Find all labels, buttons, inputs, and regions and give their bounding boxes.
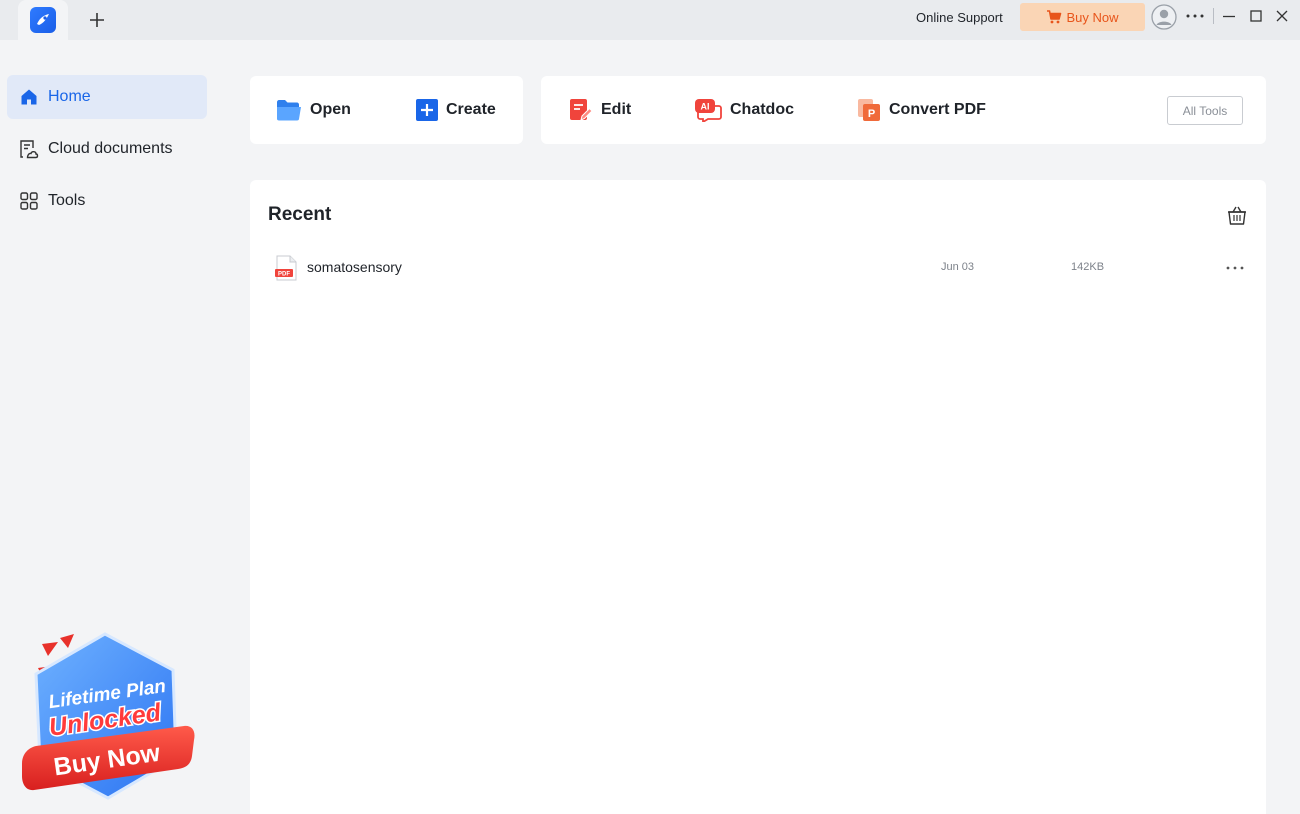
plus-square-icon — [416, 99, 438, 121]
recycle-bin-icon[interactable] — [1226, 204, 1248, 226]
all-tools-button[interactable]: All Tools — [1167, 96, 1243, 125]
pdf-badge-text: PDF — [278, 272, 290, 278]
sidebar: Home Cloud documents Tools Lifetime Plan… — [0, 40, 215, 814]
sidebar-item-label: Cloud documents — [48, 140, 173, 157]
app-logo-icon — [30, 7, 56, 33]
file-size: 142KB — [1071, 261, 1105, 273]
edit-document-icon — [570, 99, 593, 121]
file-date: Jun 03 — [941, 261, 975, 273]
tools-grid-icon — [20, 192, 38, 210]
recent-title: Recent — [268, 204, 332, 225]
recent-file-row[interactable]: PDF somatosensory Jun 03 142KB — [268, 250, 1248, 286]
online-support-link[interactable]: Online Support — [916, 10, 1003, 25]
plus-icon — [90, 13, 104, 27]
cloud-document-icon — [20, 140, 39, 159]
lifetime-plan-promo-badge[interactable]: Lifetime Plan Unlocked Buy Now — [18, 630, 198, 802]
convert-pdf-icon: P — [858, 99, 880, 121]
more-icon[interactable] — [1184, 6, 1206, 26]
sidebar-item-label: Home — [48, 88, 91, 105]
chatdoc-button[interactable]: AI Chatdoc — [694, 76, 794, 144]
cart-icon — [1047, 10, 1062, 24]
user-icon[interactable] — [1151, 4, 1177, 30]
titlebar-divider — [1213, 8, 1214, 24]
open-label: Open — [310, 101, 351, 118]
folder-open-icon — [277, 100, 301, 121]
ai-chat-icon: AI — [695, 99, 722, 122]
open-button[interactable]: Open — [276, 76, 351, 144]
title-bar: Online Support Buy Now — [0, 0, 1300, 40]
chatdoc-label: Chatdoc — [730, 101, 794, 118]
sidebar-item-cloud-documents[interactable]: Cloud documents — [7, 127, 207, 171]
edit-label: Edit — [601, 101, 632, 118]
convert-badge-text: P — [868, 108, 875, 120]
sidebar-item-label: Tools — [48, 192, 86, 209]
minimize-icon[interactable] — [1219, 6, 1239, 26]
maximize-icon[interactable] — [1246, 6, 1266, 26]
sidebar-item-tools[interactable]: Tools — [7, 179, 207, 223]
buy-now-button[interactable]: Buy Now — [1020, 3, 1145, 31]
create-label: Create — [446, 101, 496, 118]
edit-button[interactable]: Edit — [569, 76, 631, 144]
file-actions-card: Open Create — [250, 76, 523, 144]
row-more-icon[interactable] — [1224, 258, 1246, 278]
file-name: somatosensory — [307, 259, 402, 275]
app-home-tab[interactable] — [18, 0, 68, 40]
create-button[interactable]: Create — [416, 76, 496, 144]
new-tab-button[interactable] — [86, 8, 108, 32]
sidebar-item-home[interactable]: Home — [7, 75, 207, 119]
buy-now-label: Buy Now — [1066, 9, 1119, 25]
convert-pdf-label: Convert PDF — [889, 101, 986, 118]
close-icon[interactable] — [1272, 6, 1292, 26]
pdf-file-icon: PDF — [275, 255, 297, 281]
tools-actions-card: Edit AI Chatdoc P Convert PDF All Tools — [541, 76, 1266, 144]
convert-pdf-button[interactable]: P Convert PDF — [857, 76, 986, 144]
home-icon — [21, 89, 37, 105]
chatdoc-badge-text: AI — [701, 102, 710, 112]
recent-panel: Recent PDF somatosensory Jun 03 142KB — [250, 180, 1266, 814]
